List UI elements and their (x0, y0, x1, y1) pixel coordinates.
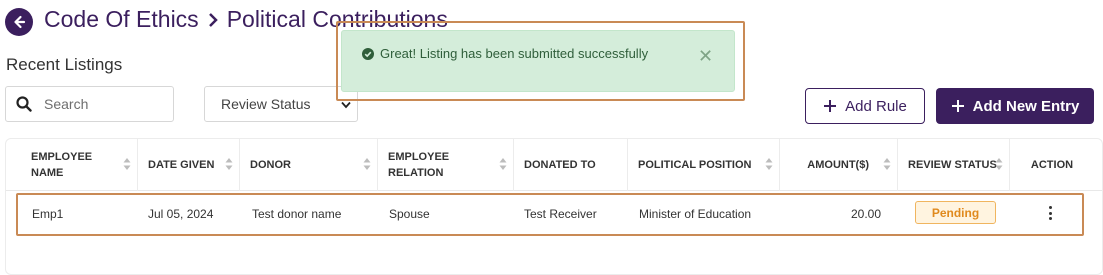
review-status-select[interactable]: Review Status (204, 86, 358, 122)
cell-employee-name: Emp1 (32, 207, 64, 221)
search-icon (16, 96, 32, 112)
cell-amount: 20.00 (851, 207, 882, 221)
success-toast: Great! Listing has been submitted succes… (341, 30, 735, 92)
column-header-donated-to[interactable]: DONATED TO (514, 139, 628, 191)
add-new-entry-button[interactable]: Add New Entry (936, 88, 1094, 124)
sort-icon (995, 158, 1003, 170)
add-rule-button[interactable]: Add Rule (805, 88, 925, 124)
toast-text: Great! Listing has been submitted succes… (380, 46, 649, 61)
column-header-review-status[interactable]: REVIEW STATUS (898, 139, 1010, 191)
plus-icon (951, 100, 964, 112)
back-button[interactable] (5, 8, 33, 36)
column-header-donor[interactable]: DONOR (240, 139, 378, 191)
cell-donated-to: Test Receiver (524, 207, 597, 221)
column-header-employee-relation[interactable]: EMPLOYEE RELATION (378, 139, 514, 191)
review-status-select-label: Review Status (221, 96, 311, 112)
sort-icon (225, 158, 233, 170)
breadcrumb-parent[interactable]: Code Of Ethics (44, 6, 199, 33)
cell-employee-relation: Spouse (389, 207, 430, 221)
chevron-right-icon (207, 12, 219, 28)
search-field (5, 86, 174, 122)
add-new-entry-label: Add New Entry (972, 97, 1080, 115)
close-icon[interactable]: ✕ (698, 47, 713, 65)
table-header: EMPLOYEE NAME DATE GIVEN DONOR EMPLOYEE … (6, 139, 1102, 191)
column-header-political-position[interactable]: POLITICAL POSITION (628, 139, 780, 191)
toast-message: Great! Listing has been submitted succes… (362, 46, 648, 61)
column-header-employee-name[interactable]: EMPLOYEE NAME (6, 139, 138, 191)
sort-icon (123, 158, 131, 170)
cell-political-position: Minister of Education (639, 207, 752, 221)
sort-icon (883, 158, 891, 170)
cell-date-given: Jul 05, 2024 (148, 207, 214, 221)
page: Code Of Ethics Political Contributions R… (0, 0, 1103, 275)
column-header-amount[interactable]: AMOUNT($) (780, 139, 898, 191)
column-header-date-given[interactable]: DATE GIVEN (138, 139, 240, 191)
column-header-action: ACTION (1030, 159, 1074, 171)
section-title: Recent Listings (6, 55, 123, 74)
sort-icon (363, 158, 371, 170)
status-badge: Pending (915, 201, 996, 224)
sort-icon (765, 158, 773, 170)
check-circle-icon (362, 47, 374, 60)
plus-icon (824, 100, 837, 112)
cell-donor: Test donor name (252, 207, 342, 221)
kebab-menu-icon[interactable] (1046, 206, 1054, 220)
sort-icon (499, 158, 507, 170)
add-rule-label: Add Rule (845, 97, 907, 115)
search-input[interactable] (44, 96, 164, 112)
arrow-left-icon (14, 15, 26, 29)
